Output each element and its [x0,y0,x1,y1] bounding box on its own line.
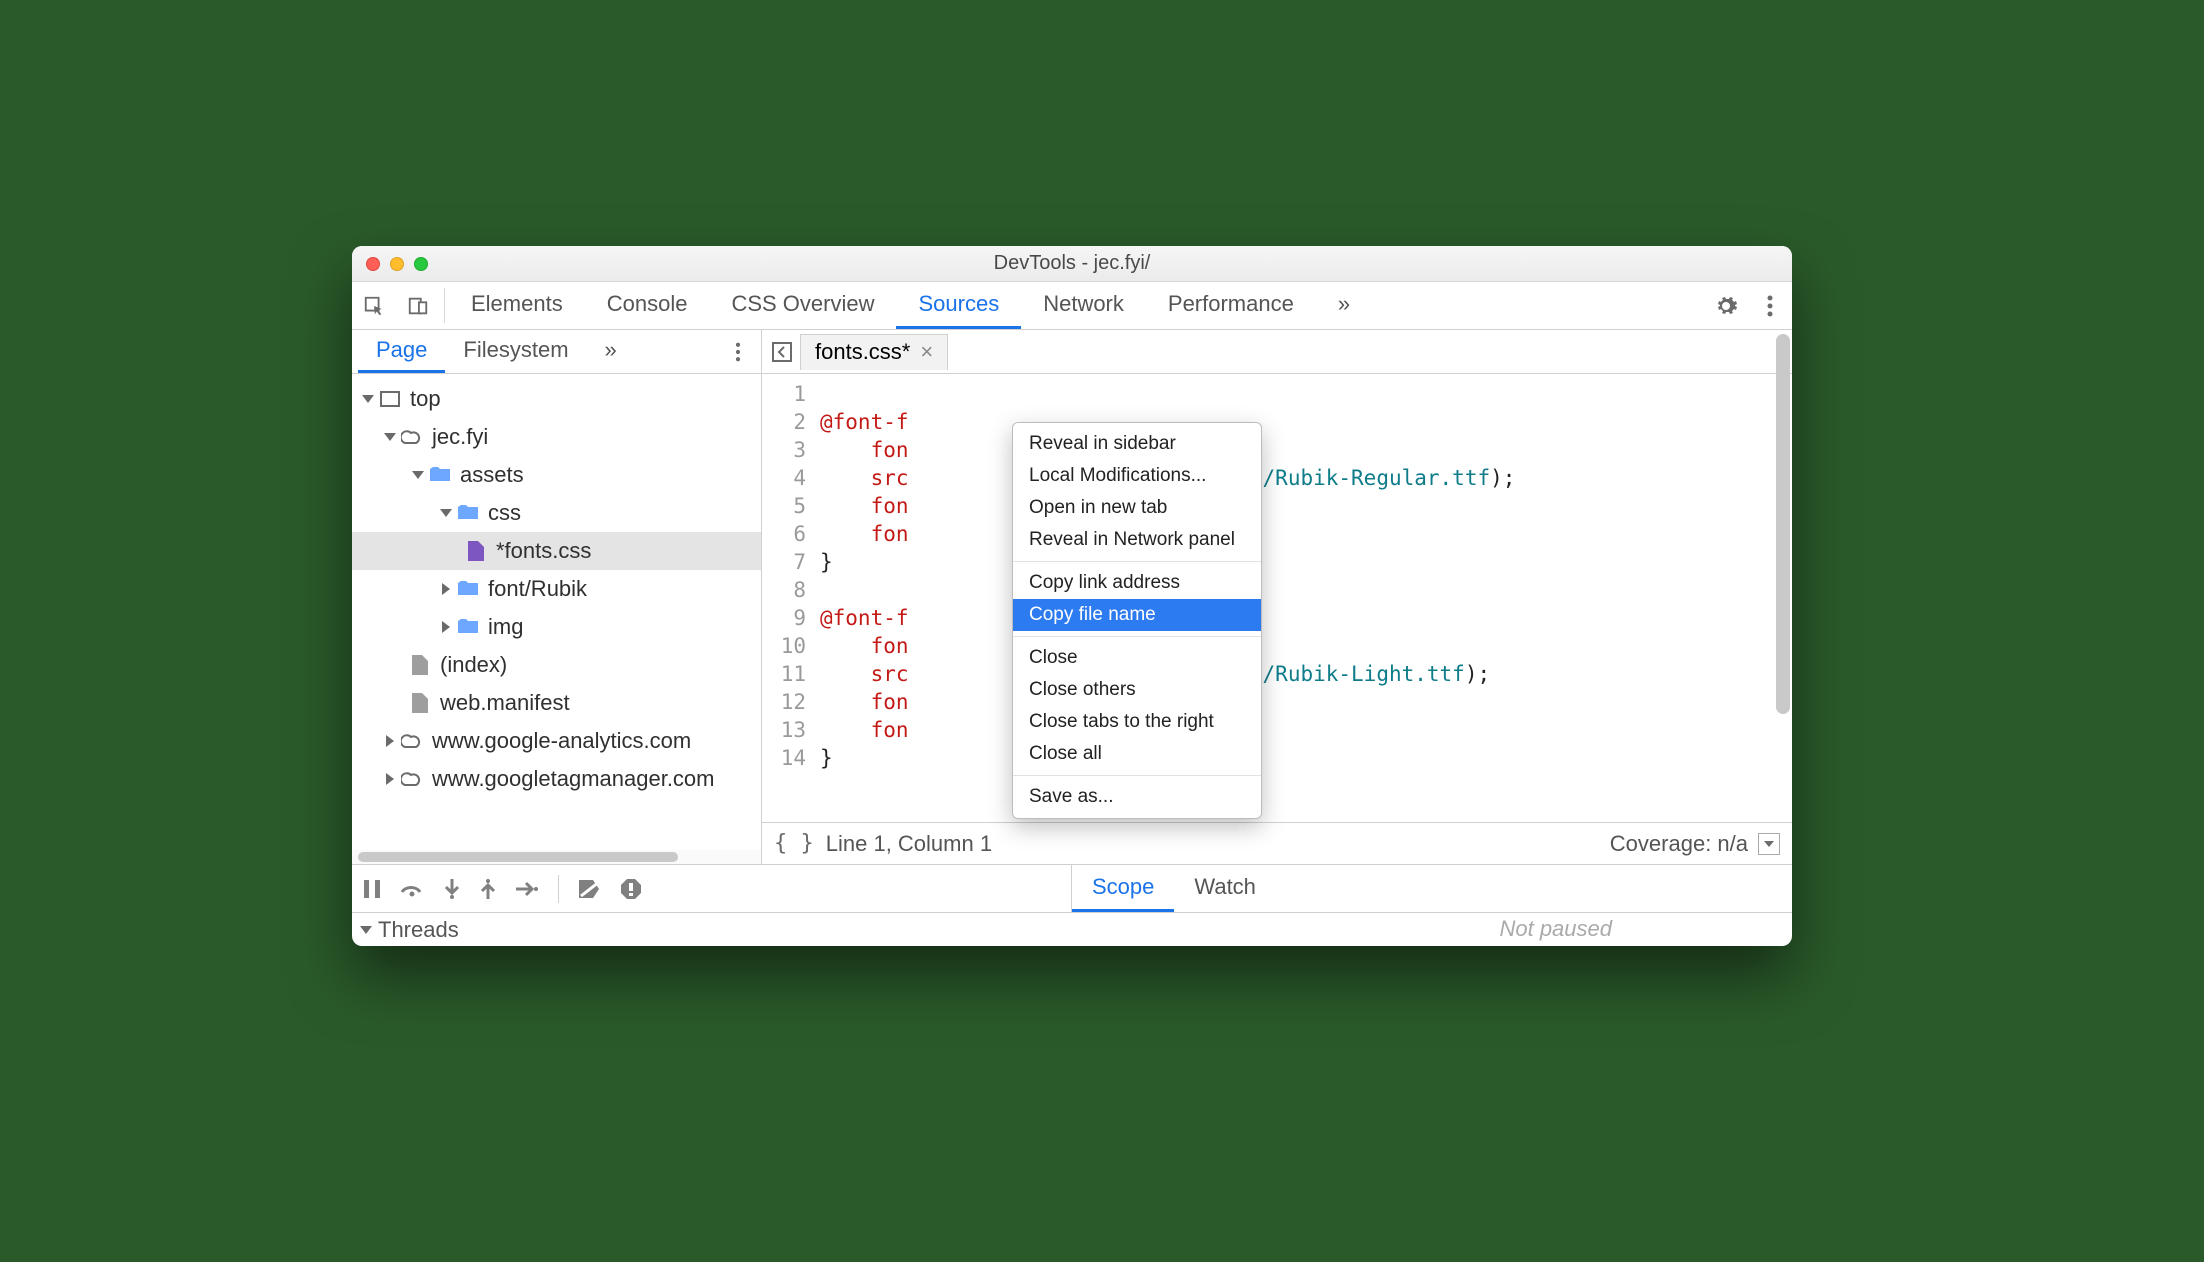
tab-console[interactable]: Console [585,282,710,329]
navtab-filesystem[interactable]: Filesystem [445,330,586,373]
ctx-close-right[interactable]: Close tabs to the right [1013,706,1261,738]
close-tab-icon[interactable]: × [920,339,933,365]
ctx-open-new-tab[interactable]: Open in new tab [1013,492,1261,524]
tree-css[interactable]: css [352,494,761,532]
tab-css-overview[interactable]: CSS Overview [709,282,896,329]
tab-context-menu: Reveal in sidebar Local Modifications...… [1012,422,1262,819]
pause-icon[interactable] [364,880,380,898]
tree-top[interactable]: top [352,380,761,418]
coverage-label: Coverage: n/a [1610,831,1748,857]
tab-performance[interactable]: Performance [1146,282,1316,329]
panel-tabs: Elements Console CSS Overview Sources Ne… [449,282,1372,329]
tree-gtm[interactable]: www.googletagmanager.com [352,760,761,798]
coverage-toggle-icon[interactable] [1758,833,1780,855]
navtab-overflow[interactable]: » [587,330,635,373]
pause-on-exceptions-icon[interactable] [621,879,641,899]
ctx-close[interactable]: Close [1013,642,1261,674]
navigator-panel: Page Filesystem » top jec.fyi assets css… [352,330,762,864]
step-icon[interactable] [516,881,538,897]
code-editor[interactable]: 1234567891011121314 @font-f fon src Rubi… [762,374,1792,822]
tree-font-rubik[interactable]: font/Rubik [352,570,761,608]
nav-kebab-icon[interactable] [721,330,755,373]
tree-index[interactable]: (index) [352,646,761,684]
ctx-reveal-sidebar[interactable]: Reveal in sidebar [1013,428,1261,460]
tree-ga[interactable]: www.google-analytics.com [352,722,761,760]
ctx-close-others[interactable]: Close others [1013,674,1261,706]
window-titlebar: DevTools - jec.fyi/ [352,246,1792,282]
nav-horizontal-scrollbar[interactable] [352,850,761,864]
deactivate-breakpoints-icon[interactable] [579,880,601,898]
file-tab-label: fonts.css* [815,339,910,365]
tab-overflow[interactable]: » [1316,282,1372,329]
dbg-tab-scope[interactable]: Scope [1072,865,1174,912]
dbg-tab-watch[interactable]: Watch [1174,865,1276,912]
file-tree: top jec.fyi assets css *fonts.css font/R… [352,374,761,850]
cursor-position: Line 1, Column 1 [826,831,992,857]
navtab-page[interactable]: Page [358,330,445,373]
ctx-copy-link[interactable]: Copy link address [1013,567,1261,599]
editor-statusbar: { } Line 1, Column 1 Coverage: n/a [762,822,1792,864]
devtools-window: DevTools - jec.fyi/ Elements Console CSS… [352,246,1792,946]
devtools-toolbar: Elements Console CSS Overview Sources Ne… [352,282,1792,330]
settings-gear-icon[interactable] [1704,282,1748,329]
step-over-icon[interactable] [400,880,424,898]
tree-img[interactable]: img [352,608,761,646]
ctx-local-mod[interactable]: Local Modifications... [1013,460,1261,492]
ctx-reveal-network[interactable]: Reveal in Network panel [1013,524,1261,556]
tree-fonts-css[interactable]: *fonts.css [352,532,761,570]
device-toolbar-icon[interactable] [396,282,440,329]
window-title: DevTools - jec.fyi/ [352,252,1792,275]
step-out-icon[interactable] [480,879,496,899]
not-paused-label: Not paused [1499,916,1612,942]
tab-network[interactable]: Network [1021,282,1146,329]
ctx-close-all[interactable]: Close all [1013,738,1261,770]
source-panel: fonts.css* × 1234567891011121314 @font-f… [762,330,1792,864]
tab-elements[interactable]: Elements [449,282,585,329]
code-content: @font-f fon src Rubik/Rubik-Regular.ttf)… [814,374,1792,822]
tree-webmanifest[interactable]: web.manifest [352,684,761,722]
vertical-scrollbar[interactable] [1776,334,1790,804]
ctx-save-as[interactable]: Save as... [1013,781,1261,813]
step-into-icon[interactable] [444,879,460,899]
toggle-navigator-icon[interactable] [768,342,796,362]
line-gutter: 1234567891011121314 [762,374,814,822]
tree-domain[interactable]: jec.fyi [352,418,761,456]
ctx-copy-file-name[interactable]: Copy file name [1013,599,1261,631]
tree-assets[interactable]: assets [352,456,761,494]
inspect-element-icon[interactable] [352,282,396,329]
pretty-print-icon[interactable]: { } [774,831,814,856]
tab-sources[interactable]: Sources [896,282,1021,329]
kebab-menu-icon[interactable] [1748,282,1792,329]
file-tab-fontscss[interactable]: fonts.css* × [800,334,948,370]
debugger-toolbar: Scope Watch [352,864,1792,912]
